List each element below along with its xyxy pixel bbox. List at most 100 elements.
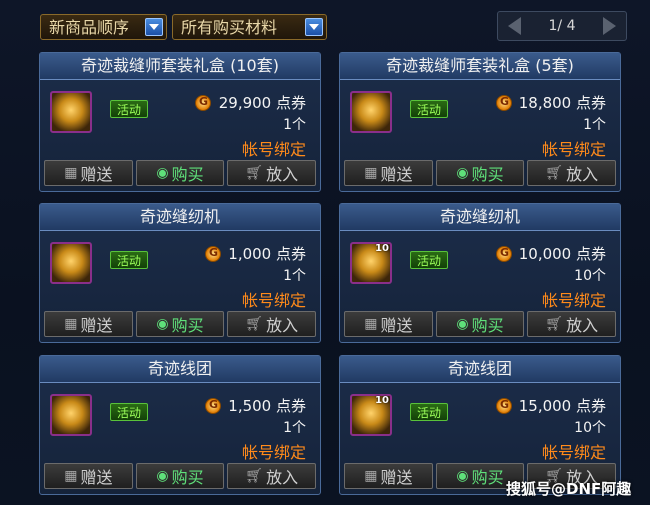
item-price: 18,800 点券 [518,94,606,112]
category-dropdown-label: 所有购买材料 [181,18,278,37]
buy-button[interactable]: ◉ 购买 [135,463,225,489]
gold-coin-icon [496,398,512,414]
gift-box-icon[interactable] [350,91,392,133]
item-card: 奇迹裁缝师套装礼盒 (10套) 活动 29,900 点券 1个 帐号绑定 ▦赠送… [39,52,321,192]
item-card: 奇迹缝纫机 活动 1,000 点券 1个 帐号绑定 ▦赠送 ◉购买 🛒︎放入 [39,203,321,343]
icon-count: 10 [375,395,389,406]
event-badge: 活动 [410,403,448,421]
cart-button-label: 放入 [266,165,299,184]
buy-button-label: 购买 [171,468,204,487]
add-to-cart-button[interactable]: 🛒︎ 放入 [527,160,617,186]
add-to-cart-button[interactable]: 🛒︎ 放入 [227,463,317,489]
cart-button-label: 放入 [566,316,599,335]
gift-button-label: 赠送 [80,165,113,184]
cart-button-label: 放入 [266,316,299,335]
gift-icon: ▦ [364,165,378,181]
gift-button[interactable]: ▦ 赠送 [44,160,133,186]
pager: 1/ 4 [497,11,627,41]
event-badge: 活动 [410,100,448,118]
gift-button[interactable]: ▦ 赠送 [344,463,433,489]
buy-button[interactable]: ◉ 购买 [135,311,225,337]
coin-bag-icon: ◉ [156,316,169,332]
bind-status: 帐号绑定 [241,140,306,159]
item-quantity: 10个 [574,268,606,284]
gift-button[interactable]: ▦ 赠送 [344,160,433,186]
next-page-icon[interactable] [603,17,616,35]
coin-bag-icon: ◉ [456,316,469,332]
item-title: 奇迹裁缝师套装礼盒 (10套) [40,53,320,80]
thread-ball-icon[interactable] [50,394,92,436]
sewing-machine-icon[interactable]: 10 [350,242,392,284]
event-badge: 活动 [110,251,148,269]
gift-button-label: 赠送 [380,316,413,335]
icon-count: 10 [375,243,389,254]
gold-coin-icon [496,246,512,262]
add-to-cart-button[interactable]: 🛒︎ 放入 [227,160,317,186]
item-price: 1,500 点券 [228,397,306,415]
cart-icon: 🛒︎ [245,316,264,332]
gift-icon: ▦ [64,165,78,181]
coin-bag-icon: ◉ [156,468,169,484]
item-quantity: 1个 [283,117,306,133]
bind-status: 帐号绑定 [241,291,306,310]
item-price: 15,000 点券 [518,397,606,415]
gift-button-label: 赠送 [80,316,113,335]
item-quantity: 10个 [574,420,606,436]
gold-coin-icon [496,95,512,111]
sort-dropdown[interactable]: 新商品顺序 [40,14,167,40]
coin-bag-icon: ◉ [456,165,469,181]
dropdown-arrow-icon[interactable] [145,18,163,36]
gold-coin-icon [205,398,221,414]
gift-button[interactable]: ▦ 赠送 [44,311,133,337]
buy-button-label: 购买 [171,316,204,335]
item-card: 奇迹缝纫机 10 活动 10,000 点券 10个 帐号绑定 ▦赠送 ◉购买 🛒… [339,203,621,343]
item-title: 奇迹裁缝师套装礼盒 (5套) [340,53,620,80]
watermark: 搜狐号@DNF阿趣 [506,480,632,498]
gift-icon: ▦ [364,316,378,332]
cart-button-label: 放入 [566,165,599,184]
buy-button-label: 购买 [171,165,204,184]
buy-button[interactable]: ◉ 购买 [435,311,525,337]
buy-button[interactable]: ◉ 购买 [135,160,225,186]
event-badge: 活动 [110,403,148,421]
gift-box-icon[interactable] [50,91,92,133]
gold-coin-icon [205,246,221,262]
item-price: 10,000 点券 [518,245,606,263]
cart-icon: 🛒︎ [245,165,264,181]
item-quantity: 1个 [583,117,606,133]
gift-button[interactable]: ▦ 赠送 [44,463,133,489]
buy-button-label: 购买 [471,165,504,184]
item-card: 奇迹裁缝师套装礼盒 (5套) 活动 18,800 点券 1个 帐号绑定 ▦赠送 … [339,52,621,192]
gold-coin-icon [195,95,211,111]
item-card: 奇迹线团 10 活动 15,000 点券 10个 帐号绑定 ▦赠送 ◉购买 🛒︎… [339,355,621,495]
gift-icon: ▦ [364,468,378,484]
gift-icon: ▦ [64,316,78,332]
add-to-cart-button[interactable]: 🛒︎ 放入 [527,311,617,337]
gift-button[interactable]: ▦ 赠送 [344,311,433,337]
sort-dropdown-label: 新商品顺序 [49,18,130,37]
coin-bag-icon: ◉ [156,165,169,181]
buy-button[interactable]: ◉ 购买 [435,160,525,186]
bind-status: 帐号绑定 [541,140,606,159]
add-to-cart-button[interactable]: 🛒︎ 放入 [227,311,317,337]
thread-ball-icon[interactable]: 10 [350,394,392,436]
coin-bag-icon: ◉ [456,468,469,484]
cart-icon: 🛒︎ [545,165,564,181]
bind-status: 帐号绑定 [241,443,306,462]
event-badge: 活动 [410,251,448,269]
item-title: 奇迹缝纫机 [340,204,620,231]
buy-button-label: 购买 [471,468,504,487]
bind-status: 帐号绑定 [541,291,606,310]
cart-icon: 🛒︎ [545,316,564,332]
item-price: 29,900 点券 [218,94,306,112]
gift-button-label: 赠送 [380,165,413,184]
dropdown-arrow-icon[interactable] [305,18,323,36]
item-title: 奇迹缝纫机 [40,204,320,231]
category-dropdown[interactable]: 所有购买材料 [172,14,327,40]
item-card: 奇迹线团 活动 1,500 点券 1个 帐号绑定 ▦赠送 ◉购买 🛒︎放入 [39,355,321,495]
gift-icon: ▦ [64,468,78,484]
sewing-machine-icon[interactable] [50,242,92,284]
item-price: 1,000 点券 [228,245,306,263]
buy-button-label: 购买 [471,316,504,335]
item-quantity: 1个 [283,420,306,436]
